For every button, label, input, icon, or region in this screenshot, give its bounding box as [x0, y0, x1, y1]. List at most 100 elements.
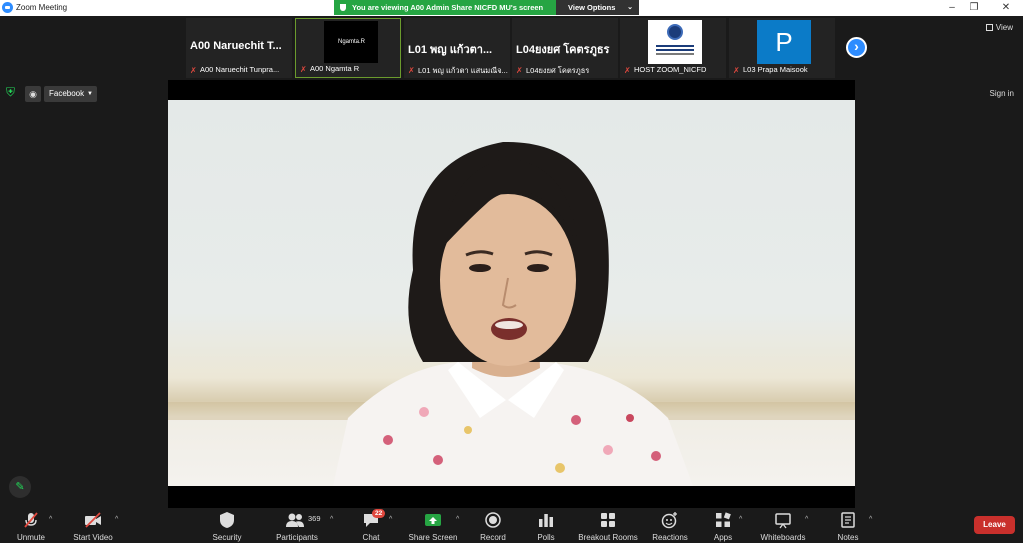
notes-label: Notes	[837, 533, 859, 542]
whiteboard-icon	[775, 513, 791, 529]
muted-mic-icon: ✗	[408, 66, 415, 75]
reactions-smiley-icon	[661, 512, 677, 529]
participants-caret-icon[interactable]: ^	[330, 516, 333, 523]
view-label: View	[995, 23, 1013, 32]
chat-caret-icon[interactable]: ^	[389, 516, 392, 523]
participant-thumbnail[interactable]: A00 Naruechit T... ✗ A00 Naruechit Tunpra…	[186, 18, 292, 78]
record-icon	[485, 512, 501, 528]
thumbnail-name: A00 Naruechit Tunpra...	[200, 65, 280, 74]
zoom-meeting-window: Zoom Meeting – ❐ ✕ You are viewing A00 A…	[0, 0, 1023, 543]
unmute-label: Unmute	[16, 533, 45, 542]
university-logo	[648, 20, 702, 64]
participant-thumbnail[interactable]: L01 พญ แก้วตา... ✗ L01 พญ แก้วตา แสนมณีจ.…	[404, 18, 510, 78]
window-title: Zoom Meeting	[16, 3, 68, 12]
participant-thumbnail[interactable]: P ✗ L03 Prapa Maisook	[729, 18, 835, 78]
thumbnail-name-tag: ✗ L03 Prapa Maisook	[733, 65, 833, 76]
facebook-live-dropdown[interactable]: Facebook ▼	[44, 86, 97, 102]
live-stream-icon[interactable]: ◉	[25, 86, 41, 102]
polls-label: Polls	[537, 533, 555, 542]
whiteboards-button[interactable]: Whiteboards	[757, 511, 809, 542]
share-caret-icon[interactable]: ^	[456, 516, 459, 523]
sign-in-link[interactable]: Sign in	[990, 89, 1014, 98]
thumbnail-display-name: A00 Naruechit T...	[190, 40, 282, 52]
apps-icon	[716, 512, 731, 527]
audio-options-caret-icon[interactable]: ^	[49, 516, 52, 523]
close-icon[interactable]: ✕	[999, 1, 1013, 15]
video-options-caret-icon[interactable]: ^	[115, 516, 118, 523]
view-button[interactable]: View	[985, 23, 1013, 32]
thumbnail-name: HOST ZOOM_NICFD	[634, 65, 707, 74]
viewing-share-indicator: You are viewing A00 Admin Share NICFD MU…	[334, 0, 556, 15]
thumbnail-name-tag: ✗ L04ยงยศ โคตรภูธร	[516, 65, 616, 76]
unmute-button[interactable]: Unmute	[14, 511, 48, 542]
thumbnail-name-tag: ✗ A00 Naruechit Tunpra...	[190, 65, 290, 76]
breakout-rooms-button[interactable]: Breakout Rooms	[576, 511, 640, 542]
thumbnail-name-tag: ✗ L01 พญ แก้วตา แสนมณีจ...	[408, 65, 508, 76]
grid-icon	[985, 24, 993, 31]
thumbnail-name: L04ยงยศ โคตรภูธร	[526, 66, 590, 75]
chat-label: Chat	[362, 533, 380, 542]
notes-icon	[841, 512, 855, 528]
speaker-video	[168, 100, 855, 486]
thumbnail-name: A00 Ngamta R	[310, 64, 360, 73]
viewing-share-text: You are viewing A00 Admin Share NICFD MU…	[352, 3, 544, 12]
notes-button[interactable]: Notes	[834, 511, 862, 542]
thumbnail-display-name: L04ยงยศ โคตรภูธร	[516, 44, 610, 56]
polls-icon	[539, 514, 553, 527]
screen-share-banner: You are viewing A00 Admin Share NICFD MU…	[334, 0, 639, 15]
muted-mic-icon: ✗	[733, 66, 740, 75]
participant-thumbnail[interactable]: L04ยงยศ โคตรภูธร ✗ L04ยงยศ โคตรภูธร	[512, 18, 618, 78]
security-button[interactable]: Security	[208, 511, 246, 542]
muted-mic-icon	[24, 512, 38, 528]
thumbnail-display-name: L01 พญ แก้วตา...	[408, 44, 493, 56]
participant-video: Ngamta.R	[324, 21, 378, 63]
reactions-label: Reactions	[652, 533, 688, 542]
participants-button[interactable]: 369 Participants	[274, 511, 321, 542]
shield-icon	[340, 4, 346, 11]
apps-caret-icon[interactable]: ^	[739, 516, 742, 523]
polls-button[interactable]: Polls	[534, 511, 558, 542]
participant-thumbnail[interactable]: ✗ HOST ZOOM_NICFD	[620, 18, 726, 78]
view-options-button[interactable]: View Options ⌄	[556, 0, 639, 15]
avatar: P	[757, 20, 811, 64]
reactions-button[interactable]: Reactions	[650, 511, 690, 542]
meeting-toolbar: Unmute ^ Start Video ^ Security 369 Part…	[0, 508, 1023, 543]
record-label: Record	[480, 533, 506, 542]
main-video-stage	[168, 80, 855, 508]
chat-unread-badge: 22	[372, 509, 386, 518]
caret-down-icon: ▼	[87, 91, 93, 97]
restore-icon[interactable]: ❐	[967, 1, 981, 15]
seal-icon	[667, 24, 683, 40]
whiteboards-caret-icon[interactable]: ^	[805, 516, 808, 523]
minimize-icon[interactable]: –	[945, 1, 959, 15]
more-caret-icon[interactable]: ^	[869, 516, 872, 523]
chevron-right-icon: ›	[854, 38, 859, 54]
thumbnail-name-tag: ✗ HOST ZOOM_NICFD	[624, 65, 724, 76]
next-thumbnails-button[interactable]: ›	[846, 37, 867, 58]
start-video-button[interactable]: Start Video	[70, 511, 116, 542]
chat-button[interactable]: 22 Chat	[356, 509, 386, 542]
share-screen-button[interactable]: Share Screen	[408, 511, 458, 542]
apps-label: Apps	[713, 533, 733, 542]
zoom-logo-icon	[2, 2, 13, 13]
facebook-label: Facebook	[49, 89, 85, 98]
breakout-rooms-label: Breakout Rooms	[578, 533, 638, 542]
video-overlay-text: Ngamta.R	[338, 39, 366, 45]
thumbnail-name-tag: ✗ A00 Ngamta R	[300, 64, 400, 75]
encryption-shield-icon[interactable]: ⛨	[6, 86, 18, 99]
participants-icon	[286, 513, 304, 527]
leave-button[interactable]: Leave	[974, 516, 1015, 534]
view-options-label: View Options	[568, 3, 616, 12]
chevron-down-icon: ⌄	[627, 4, 633, 11]
start-video-label: Start Video	[73, 533, 113, 542]
whiteboards-label: Whiteboards	[760, 533, 806, 542]
annotate-pencil-icon[interactable]: ✎	[9, 476, 31, 498]
participant-thumbnail[interactable]: Ngamta.R ✗ A00 Ngamta R	[295, 18, 401, 78]
apps-button[interactable]: Apps	[711, 511, 735, 542]
security-label: Security	[212, 533, 242, 542]
muted-mic-icon: ✗	[516, 66, 523, 75]
muted-mic-icon: ✗	[190, 66, 197, 75]
muted-mic-icon: ✗	[300, 65, 307, 74]
record-button[interactable]: Record	[478, 511, 508, 542]
muted-mic-icon: ✗	[624, 66, 631, 75]
